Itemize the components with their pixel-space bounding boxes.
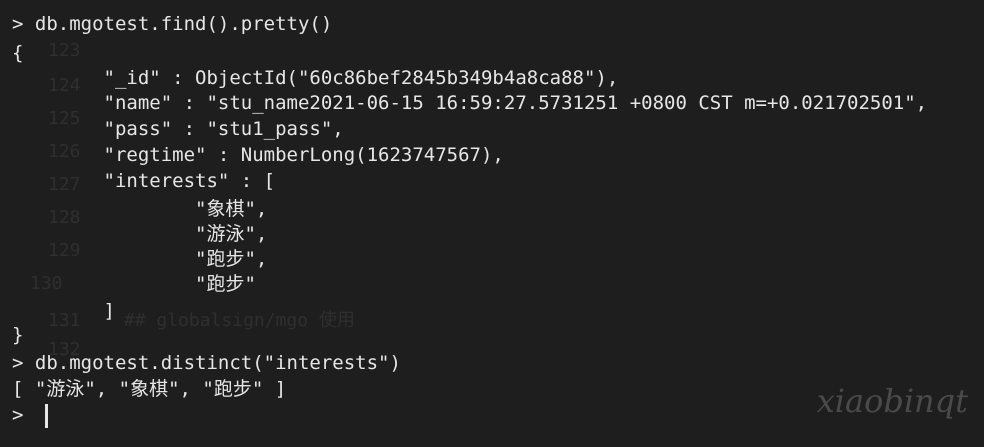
prompt-text: > xyxy=(12,404,35,426)
output-line: { xyxy=(12,42,24,64)
ghost-line: 123 xyxy=(48,40,81,61)
output-line-interest-item: "跑步" xyxy=(12,273,256,295)
output-line: } xyxy=(12,324,24,346)
active-prompt-line[interactable]: > xyxy=(12,402,48,428)
output-line-interest-item: "游泳", xyxy=(12,223,268,245)
terminal-window[interactable]: 123 124 125 126 127 128 129 130 131 ## g… xyxy=(0,0,984,447)
output-line-id: "_id" : ObjectId("60c86bef2845b349b4a8ca… xyxy=(12,67,619,89)
command-line-distinct: > db.mgotest.distinct("interests") xyxy=(12,352,401,374)
text-cursor xyxy=(44,403,48,428)
output-line-interest-item: "象棋", xyxy=(12,198,268,220)
output-line-interests: "interests" : [ xyxy=(12,170,276,192)
output-line-name: "name" : "stu_name2021-06-15 16:59:27.57… xyxy=(12,92,928,114)
output-line-interest-item: "跑步", xyxy=(12,248,268,270)
command-line-find: > db.mgotest.find().pretty() xyxy=(12,13,333,35)
watermark: xiaobinqt xyxy=(816,382,968,420)
output-line-regtime: "regtime" : NumberLong(1623747567), xyxy=(12,144,504,166)
output-line: ] xyxy=(12,300,115,322)
output-line-pass: "pass" : "stu1_pass", xyxy=(12,118,344,140)
output-line-distinct-result: [ "游泳", "象棋", "跑步" ] xyxy=(12,378,287,400)
